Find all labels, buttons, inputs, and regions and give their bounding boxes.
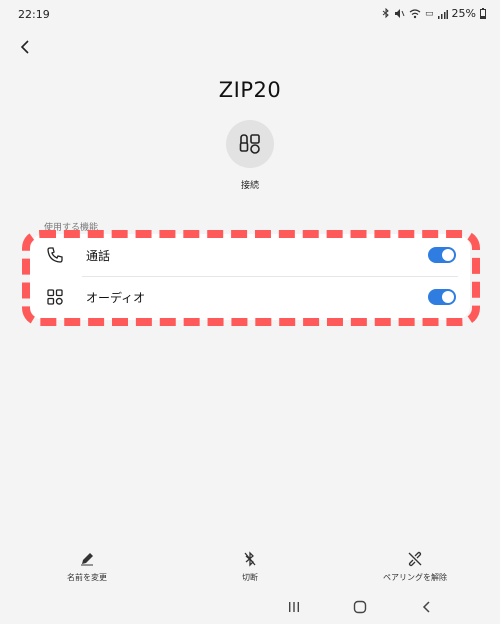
status-bar: 22:19 ▭ 25%	[0, 0, 500, 28]
feature-label-call: 通話	[86, 248, 111, 263]
navigation-bar	[0, 594, 500, 620]
signal-icon	[437, 9, 448, 19]
nav-back-button[interactable]	[416, 598, 438, 616]
feature-label-audio: オーディオ	[86, 290, 146, 305]
toggle-knob	[442, 249, 454, 261]
audio-toggle[interactable]	[428, 289, 456, 305]
back-icon	[422, 601, 430, 613]
rename-button[interactable]: 名前を変更	[32, 550, 142, 583]
battery-text: 25%	[451, 7, 476, 20]
phone-icon	[47, 247, 63, 263]
call-toggle[interactable]	[428, 247, 456, 263]
disconnect-label: 切断	[242, 573, 258, 582]
bluetooth-icon	[382, 8, 389, 19]
feature-card: 通話 オーディオ	[30, 234, 470, 320]
mute-icon	[395, 9, 405, 18]
feature-row-call[interactable]: 通話	[30, 234, 470, 276]
rename-label: 名前を変更	[67, 573, 107, 582]
unlink-icon	[408, 551, 422, 567]
bluetooth-off-icon	[244, 551, 256, 567]
status-time: 22:19	[18, 8, 50, 21]
pencil-icon	[81, 553, 93, 566]
back-arrow-icon	[20, 40, 29, 54]
connect-label: 接続	[240, 181, 259, 191]
status-icons: ▭ 25%	[382, 7, 486, 20]
toggle-knob	[442, 291, 454, 303]
unpair-label: ペアリングを解除	[383, 573, 447, 582]
headphones-grid-icon	[239, 134, 260, 154]
section-label: 使用する機能	[44, 223, 99, 233]
device-name: ZIP20	[218, 78, 282, 102]
feature-row-audio[interactable]: オーディオ	[30, 276, 470, 318]
disconnect-button[interactable]: 切断	[195, 550, 305, 583]
home-button[interactable]	[349, 598, 371, 616]
home-icon	[353, 600, 367, 614]
recents-icon	[289, 602, 299, 612]
volte-icon: ▭	[425, 8, 434, 19]
grid-icon	[47, 289, 63, 305]
unpair-button[interactable]: ペアリングを解除	[360, 550, 470, 583]
wifi-icon	[409, 8, 421, 18]
battery-icon	[480, 8, 486, 19]
connect-button[interactable]	[226, 120, 274, 168]
back-button[interactable]	[12, 34, 38, 60]
recent-apps-button[interactable]	[283, 598, 305, 616]
